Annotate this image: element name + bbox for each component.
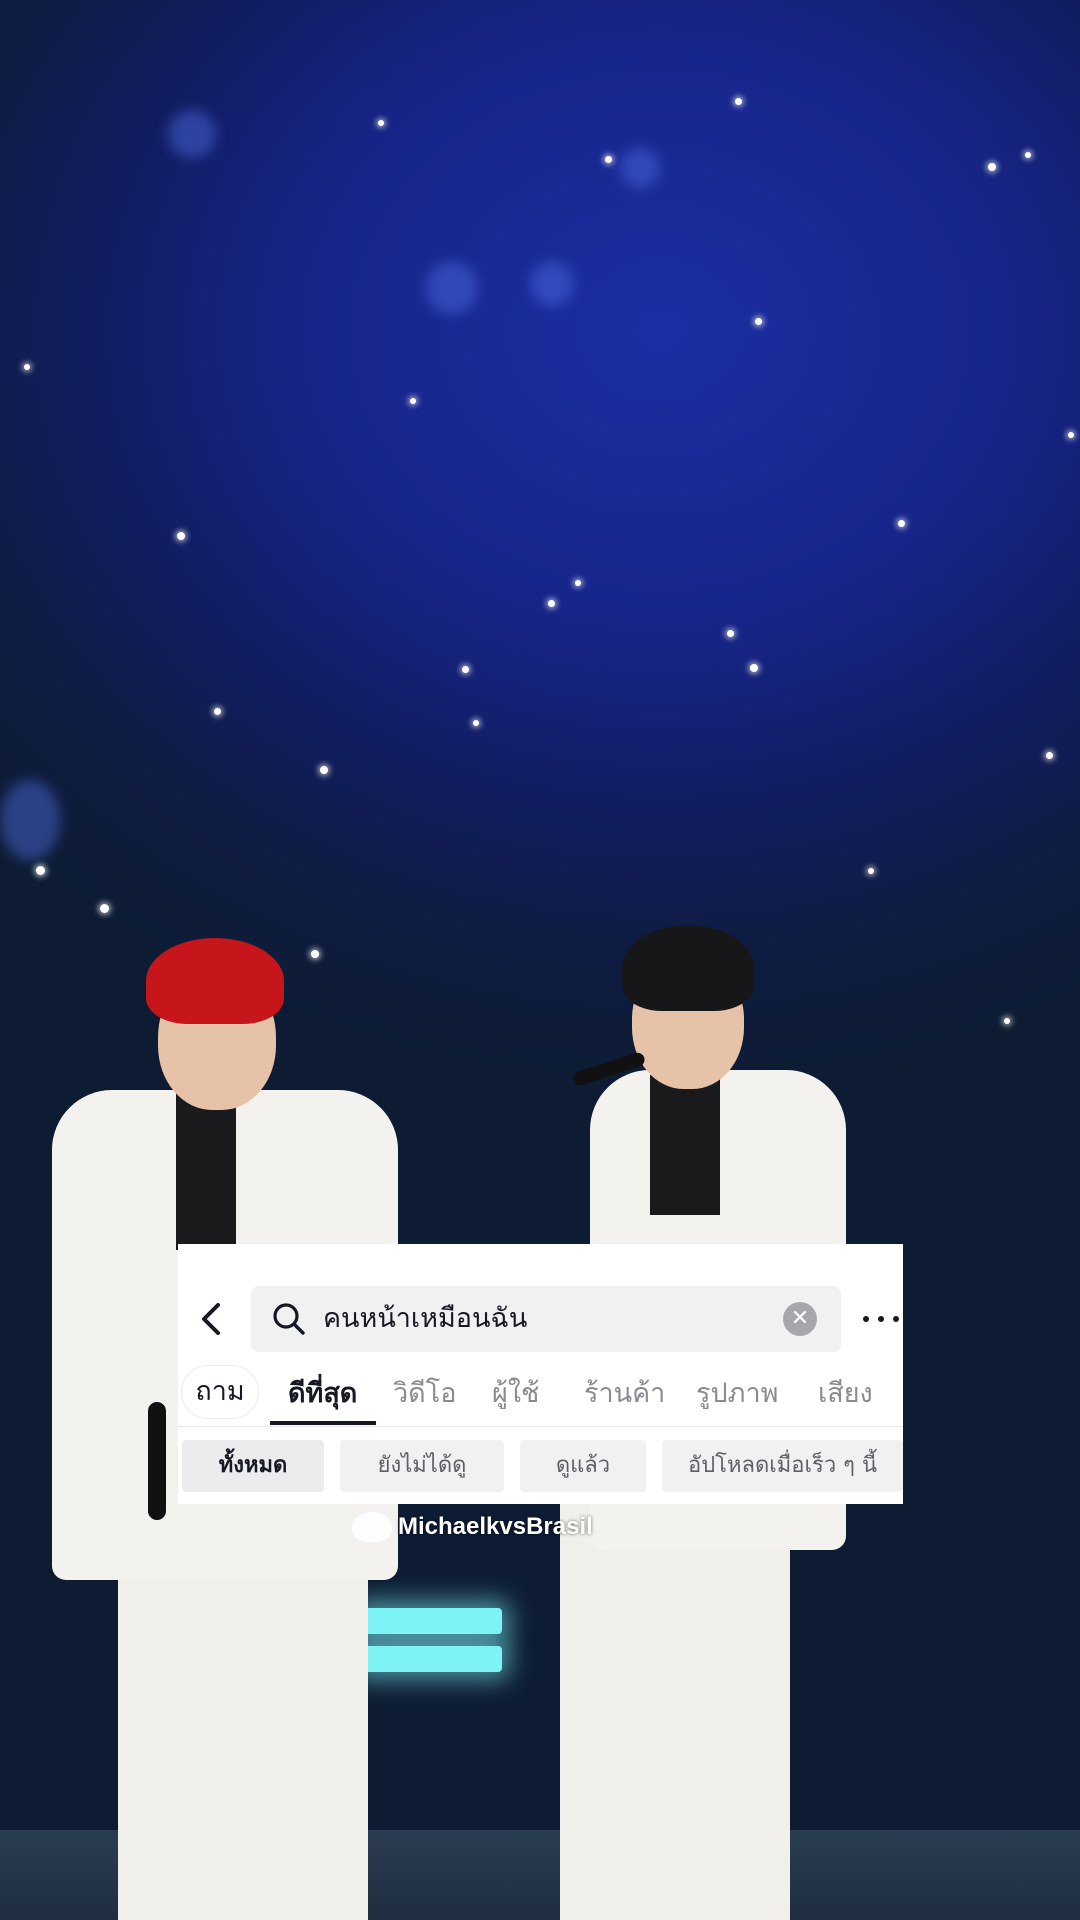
star — [214, 708, 221, 715]
active-tab-indicator — [270, 1421, 376, 1425]
star — [755, 318, 762, 325]
tab-sounds[interactable]: เสียง — [818, 1366, 873, 1426]
chevron-left-icon — [202, 1303, 220, 1335]
star — [898, 520, 905, 527]
star — [868, 868, 874, 874]
star — [473, 720, 479, 726]
filter-recently-uploaded[interactable]: อัปโหลดเมื่อเร็ว ๆ นี้ — [662, 1440, 903, 1492]
filter-watched[interactable]: ดูแล้ว — [520, 1440, 646, 1492]
microphone — [148, 1402, 166, 1520]
watermark-text: MichaelkvsBrasil — [398, 1513, 593, 1540]
performer-right-pants — [560, 1500, 790, 1920]
tab-shop[interactable]: ร้านค้า — [584, 1366, 665, 1426]
back-button[interactable] — [188, 1294, 238, 1344]
stage-light — [360, 1608, 502, 1634]
tab-photos[interactable]: รูปภาพ — [696, 1366, 778, 1426]
performer-left-shirt — [176, 1090, 236, 1250]
star — [1004, 1018, 1010, 1024]
bokeh-light — [620, 148, 660, 188]
performer-right-shirt — [650, 1075, 720, 1215]
star — [605, 156, 612, 163]
performer-left-pants — [118, 1520, 368, 1920]
tab-ask[interactable]: ถาม — [182, 1366, 258, 1418]
star — [1046, 752, 1053, 759]
star — [410, 398, 416, 404]
video-frame[interactable]: MichaelkvsBrasil — [0, 0, 1080, 1920]
bokeh-light — [0, 780, 60, 860]
star — [320, 766, 328, 774]
star — [1025, 152, 1031, 158]
search-input[interactable]: คนหน้าเหมือนฉัน ✕ — [251, 1286, 841, 1352]
star — [36, 866, 45, 875]
star — [548, 600, 555, 607]
watermark: MichaelkvsBrasil — [352, 1512, 593, 1542]
performer-right-hair — [622, 925, 754, 1011]
star — [750, 664, 758, 672]
star — [1068, 432, 1074, 438]
close-circle-icon: ✕ — [790, 1306, 810, 1331]
star — [24, 364, 30, 370]
filter-chips: ทั้งหมด ยังไม่ได้ดู ดูแล้ว อัปโหลดเมื่อเ… — [178, 1440, 903, 1492]
star — [462, 666, 469, 673]
star — [575, 580, 581, 586]
more-options-button[interactable] — [863, 1304, 899, 1334]
tab-users[interactable]: ผู้ใช้ — [492, 1366, 539, 1426]
star — [988, 163, 996, 171]
stage-light — [360, 1646, 502, 1672]
star — [100, 904, 109, 913]
bokeh-light — [530, 262, 574, 306]
search-bar-row: คนหน้าเหมือนฉัน ✕ — [178, 1286, 903, 1352]
search-icon — [273, 1303, 305, 1335]
search-query[interactable]: คนหน้าเหมือนฉัน — [323, 1286, 527, 1352]
bokeh-light — [426, 262, 478, 314]
search-panel: คนหน้าเหมือนฉัน ✕ ถาม ดีที่สุด วิดีโอ ผู… — [178, 1244, 903, 1504]
star — [735, 98, 742, 105]
watermark-logo-icon — [352, 1512, 392, 1542]
result-tabs: ถาม ดีที่สุด วิดีโอ ผู้ใช้ ร้านค้า รูปภา… — [178, 1366, 903, 1427]
star — [311, 950, 319, 958]
clear-search-button[interactable]: ✕ — [783, 1302, 817, 1336]
bokeh-light — [168, 110, 216, 158]
tab-videos[interactable]: วิดีโอ — [393, 1366, 456, 1426]
filter-unwatched[interactable]: ยังไม่ได้ดู — [340, 1440, 504, 1492]
more-horizontal-icon — [863, 1316, 869, 1322]
performer-left-hair — [146, 938, 284, 1024]
filter-all[interactable]: ทั้งหมด — [182, 1440, 324, 1492]
star — [177, 532, 185, 540]
star — [378, 120, 384, 126]
tab-top[interactable]: ดีที่สุด — [288, 1366, 357, 1426]
star — [727, 630, 734, 637]
